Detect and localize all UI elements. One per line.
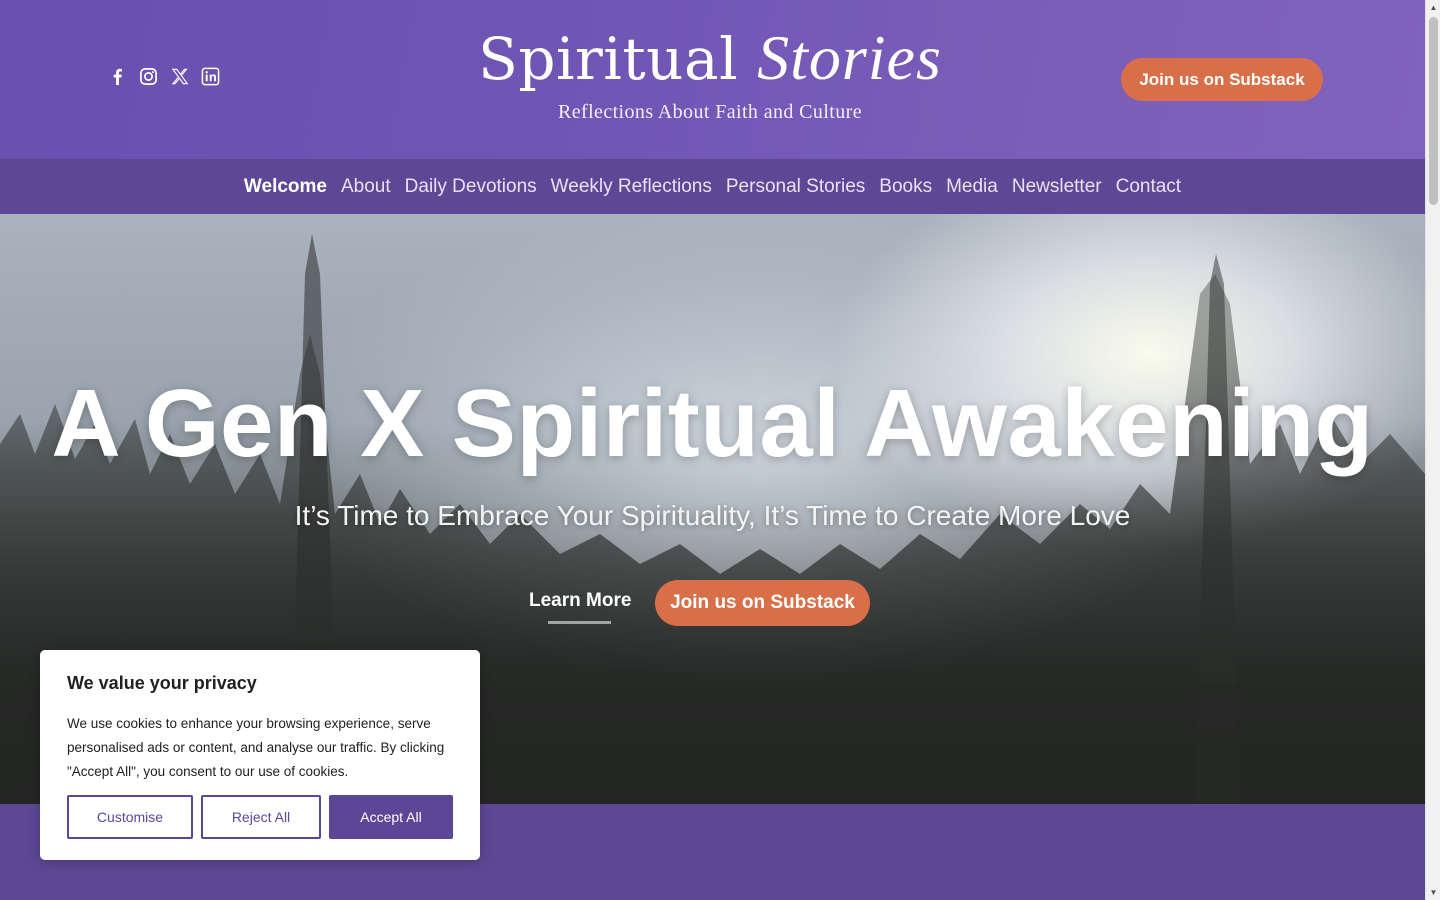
instagram-icon[interactable] <box>139 66 158 86</box>
learn-more-underline <box>548 621 611 624</box>
cookie-description: We use cookies to enhance your browsing … <box>67 716 445 779</box>
x-icon[interactable] <box>170 66 189 86</box>
cookie-title: We value your privacy <box>67 673 257 693</box>
main-nav: Welcome About Daily Devotions Weekly Ref… <box>0 159 1425 214</box>
nav-item-daily-devotions[interactable]: Daily Devotions <box>405 176 537 198</box>
header-substack-button[interactable]: Join us on Substack <box>1121 58 1323 101</box>
nav-item-contact[interactable]: Contact <box>1116 176 1181 198</box>
hero-title: A Gen X Spiritual Awakening <box>51 370 1374 477</box>
hero-subtitle: It’s Time to Embrace Your Spirituality, … <box>294 500 1131 531</box>
brand-title-script: Stories <box>757 22 942 93</box>
nav-item-about[interactable]: About <box>341 176 391 198</box>
cookie-consent-panel: We value your privacy We use cookies to … <box>40 650 480 860</box>
scroll-up-arrow-icon[interactable]: ▲ <box>1429 3 1438 12</box>
brand-title-main: Spiritual <box>478 25 739 93</box>
linkedin-icon[interactable] <box>201 66 220 86</box>
customise-button[interactable]: Customise <box>67 795 193 839</box>
learn-more-link[interactable]: Learn More <box>529 590 631 612</box>
scroll-thumb[interactable] <box>1429 17 1438 205</box>
nav-item-welcome[interactable]: Welcome <box>244 176 327 198</box>
scroll-down-arrow-icon[interactable]: ▼ <box>1429 888 1438 897</box>
cookie-actions: Customise Reject All Accept All <box>67 795 453 839</box>
nav-item-newsletter[interactable]: Newsletter <box>1012 176 1102 198</box>
page-scrollbar[interactable]: ▲ ▼ <box>1425 0 1440 900</box>
nav-item-weekly-reflections[interactable]: Weekly Reflections <box>551 176 712 198</box>
brand-title: Spiritual Stories <box>440 18 980 99</box>
reject-all-button[interactable]: Reject All <box>201 795 321 839</box>
nav-item-books[interactable]: Books <box>879 176 932 198</box>
site-logo[interactable]: Spiritual Stories Reflections About Fait… <box>440 18 980 124</box>
brand-subtitle: Reflections About Faith and Culture <box>558 101 862 123</box>
facebook-icon[interactable] <box>108 66 127 86</box>
hero-substack-button[interactable]: Join us on Substack <box>655 580 870 626</box>
nav-item-media[interactable]: Media <box>946 176 998 198</box>
social-links <box>108 66 220 86</box>
site-header: Spiritual Stories Reflections About Fait… <box>0 0 1425 159</box>
accept-all-button[interactable]: Accept All <box>329 795 453 839</box>
nav-item-personal-stories[interactable]: Personal Stories <box>726 176 865 198</box>
